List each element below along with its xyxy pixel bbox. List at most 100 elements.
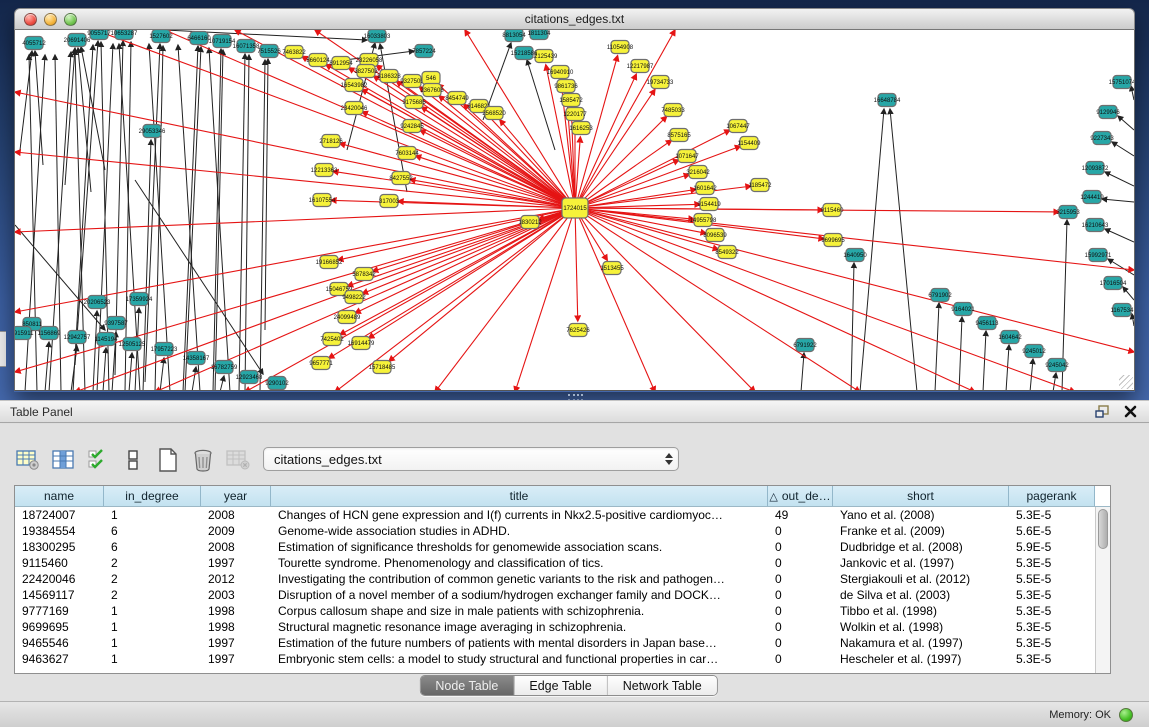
- table-cell[interactable]: 5.3E-5: [1009, 651, 1095, 667]
- table-cell[interactable]: 9463627: [15, 651, 104, 667]
- table-cell[interactable]: 9777169: [15, 603, 104, 619]
- graph-node[interactable]: 9699695: [821, 234, 845, 247]
- graph-node[interactable]: 7625426: [566, 324, 590, 337]
- table-cell[interactable]: 2: [104, 571, 201, 587]
- table-cell[interactable]: 0: [768, 603, 833, 619]
- edge[interactable]: [245, 55, 249, 391]
- graph-node[interactable]: 1585472: [559, 94, 583, 107]
- table-cell[interactable]: 6: [104, 523, 201, 539]
- table-row[interactable]: 911546021997Tourette syndrome. Phenomeno…: [15, 555, 1095, 571]
- table-row[interactable]: 2242004622012Investigating the contribut…: [15, 571, 1095, 587]
- graph-node[interactable]: 1145194: [95, 333, 119, 346]
- table-cell[interactable]: de Silva et al. (2003): [833, 587, 1009, 603]
- table-cell[interactable]: 5.3E-5: [1009, 635, 1095, 651]
- delete-column-icon[interactable]: [224, 446, 252, 474]
- citation-network-graph[interactable]: 7463822866012489129542322605838275038186…: [15, 30, 1134, 391]
- graph-node[interactable]: 3216042: [686, 166, 710, 179]
- table-row[interactable]: 1872400712008Changes of HCN gene express…: [15, 507, 1095, 523]
- table-cell[interactable]: 5.5E-5: [1009, 571, 1095, 587]
- edge[interactable]: [1131, 86, 1134, 100]
- graph-node[interactable]: 1244419: [1080, 191, 1104, 204]
- table-cell[interactable]: Estimation of significance thresholds fo…: [271, 539, 768, 555]
- table-row[interactable]: 1938455462009Genome-wide association stu…: [15, 523, 1095, 539]
- graph-node[interactable]: 9154419: [697, 198, 721, 211]
- graph-node[interactable]: 12923468: [236, 371, 263, 384]
- edge[interactable]: [851, 263, 854, 391]
- table-row[interactable]: 946554611997Estimation of the future num…: [15, 635, 1095, 651]
- table-cell[interactable]: 14569117: [15, 587, 104, 603]
- table-cell[interactable]: 0: [768, 651, 833, 667]
- close-window-button[interactable]: [24, 13, 37, 26]
- graph-node[interactable]: 9290102: [265, 377, 289, 390]
- edge[interactable]: [1030, 359, 1033, 391]
- table-row[interactable]: 1830029562008Estimation of significance …: [15, 539, 1095, 555]
- table-cell[interactable]: 1997: [201, 555, 271, 571]
- graph-node[interactable]: 10653287: [111, 30, 138, 40]
- graph-node[interactable]: 29053346: [139, 125, 166, 138]
- edge[interactable]: [1102, 199, 1134, 202]
- edge[interactable]: [192, 367, 196, 391]
- edge[interactable]: [1112, 142, 1134, 156]
- edge[interactable]: [362, 112, 575, 208]
- graph-node[interactable]: 9456113: [976, 317, 1000, 330]
- column-header-year[interactable]: year: [201, 486, 271, 506]
- window-titlebar[interactable]: citations_edges.txt: [14, 8, 1135, 30]
- edge[interactable]: [220, 376, 224, 391]
- graph-node[interactable]: 16782759: [211, 361, 238, 374]
- table-row[interactable]: 977716911998Corpus callosum shape and si…: [15, 603, 1095, 619]
- graph-node[interactable]: 7485033: [661, 104, 685, 117]
- graph-node[interactable]: 9164021: [951, 303, 975, 316]
- column-header-name[interactable]: name: [15, 486, 104, 506]
- graph-node[interactable]: 317003: [379, 195, 400, 208]
- table-cell[interactable]: 5.3E-5: [1009, 587, 1095, 603]
- table-selector-combobox[interactable]: citations_edges.txt: [263, 447, 679, 471]
- graph-node[interactable]: 1185472: [749, 179, 773, 192]
- table-cell[interactable]: 0: [768, 587, 833, 603]
- table-cell[interactable]: 9115460: [15, 555, 104, 571]
- graph-node[interactable]: 7425402: [320, 333, 344, 346]
- edge[interactable]: [389, 208, 575, 361]
- column-header-out_de[interactable]: △out_de…: [768, 486, 833, 506]
- edge[interactable]: [890, 109, 917, 391]
- edge[interactable]: [335, 208, 575, 391]
- table-cell[interactable]: 2008: [201, 507, 271, 523]
- table-cell[interactable]: 2009: [201, 523, 271, 539]
- graph-node[interactable]: 1811304: [528, 30, 552, 40]
- edge[interactable]: [575, 208, 1059, 212]
- graph-node[interactable]: 9115460: [821, 204, 845, 217]
- network-canvas[interactable]: 7463822866012489129542322605838275038186…: [14, 30, 1135, 391]
- table-cell[interactable]: Tourette syndrome. Phenomenology and cla…: [271, 555, 768, 571]
- graph-node[interactable]: 2718126: [319, 135, 343, 148]
- graph-node[interactable]: 9861736: [554, 80, 578, 93]
- table-cell[interactable]: 1: [104, 507, 201, 523]
- graph-node[interactable]: 1604642: [998, 331, 1022, 344]
- edge[interactable]: [135, 180, 263, 374]
- graph-node[interactable]: 1616253: [569, 122, 593, 135]
- graph-node[interactable]: 9657771: [309, 357, 333, 370]
- graph-node[interactable]: 1830212: [518, 216, 542, 229]
- canvas-resize-grip[interactable]: [1119, 375, 1133, 389]
- table-cell[interactable]: 22420046: [15, 571, 104, 587]
- edge[interactable]: [1105, 229, 1134, 242]
- table-cell[interactable]: Estimation of the future numbers of pati…: [271, 635, 768, 651]
- table-cell[interactable]: 0: [768, 635, 833, 651]
- table-cell[interactable]: 0: [768, 571, 833, 587]
- table-vertical-scrollbar[interactable]: [1095, 507, 1110, 673]
- graph-node[interactable]: 8549322: [715, 246, 739, 259]
- graph-node[interactable]: 7463822: [282, 46, 306, 59]
- edge[interactable]: [178, 45, 200, 391]
- edge[interactable]: [801, 353, 804, 391]
- table-cell[interactable]: 18724007: [15, 507, 104, 523]
- graph-node[interactable]: 6791902: [928, 289, 952, 302]
- graph-node[interactable]: 1601642: [693, 182, 717, 195]
- edge[interactable]: [575, 74, 636, 208]
- tab-network-table[interactable]: Network Table: [607, 676, 717, 695]
- graph-node[interactable]: 11054908: [607, 41, 634, 54]
- edge[interactable]: [103, 348, 106, 391]
- table-row[interactable]: 969969511998Structural magnetic resonanc…: [15, 619, 1095, 635]
- table-cell[interactable]: 2008: [201, 539, 271, 555]
- column-header-title[interactable]: title: [271, 486, 768, 506]
- graph-node[interactable]: 16940910: [547, 66, 574, 79]
- table-cell[interactable]: 0: [768, 539, 833, 555]
- graph-node[interactable]: 12217987: [627, 60, 654, 73]
